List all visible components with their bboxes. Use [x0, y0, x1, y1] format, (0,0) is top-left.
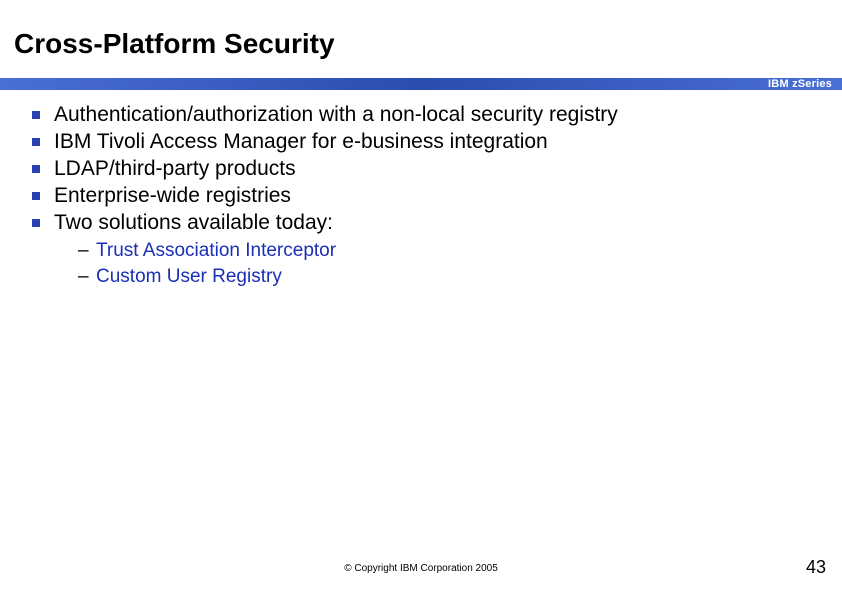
page-number: 43: [806, 557, 826, 578]
bullet-item: Two solutions available today:: [30, 210, 812, 237]
copyright-footer: © Copyright IBM Corporation 2005: [0, 563, 842, 574]
bullet-item: Authentication/authorization with a non-…: [30, 102, 812, 129]
sub-bullet-item: Custom User Registry: [78, 264, 812, 290]
slide-content: Authentication/authorization with a non-…: [30, 102, 812, 290]
slide-title: Cross-Platform Security: [14, 28, 335, 60]
bullet-item: Enterprise-wide registries: [30, 183, 812, 210]
brand-label: IBM zSeries: [768, 78, 832, 90]
bullet-item: IBM Tivoli Access Manager for e-business…: [30, 129, 812, 156]
title-divider-bar: [0, 78, 842, 90]
main-bullet-list: Authentication/authorization with a non-…: [30, 102, 812, 236]
bullet-item: LDAP/third-party products: [30, 156, 812, 183]
sub-bullet-list: Trust Association Interceptor Custom Use…: [78, 238, 812, 289]
sub-bullet-item: Trust Association Interceptor: [78, 238, 812, 264]
